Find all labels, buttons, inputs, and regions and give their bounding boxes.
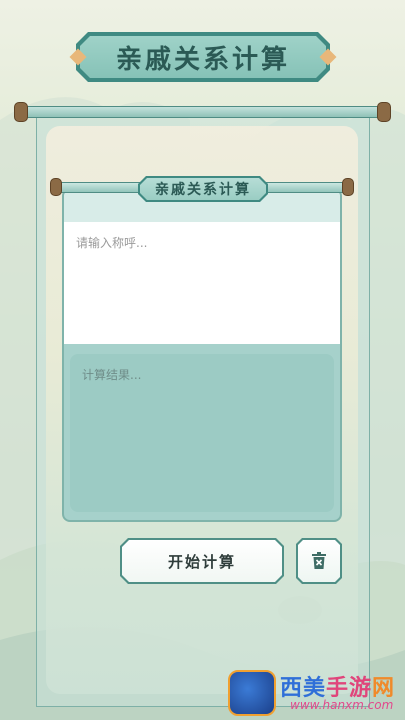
clear-button-face (298, 540, 340, 582)
scroll-rod-end-right (377, 102, 391, 122)
card-title: 亲戚关系计算 (155, 182, 251, 198)
start-calculate-label: 开始计算 (167, 553, 236, 571)
scroll-rod-end-left (14, 102, 28, 122)
card-title-banner-inner: 亲戚关系计算 (140, 178, 266, 200)
clear-button[interactable] (296, 538, 342, 584)
app-title: 亲戚关系计算 (115, 44, 290, 75)
watermark: 西美手游网 www.hanxm.com (228, 668, 405, 720)
start-calculate-button[interactable]: 开始计算 (120, 538, 284, 584)
relation-input[interactable] (64, 222, 340, 344)
watermark-url: www.hanxm.com (290, 698, 394, 712)
app-title-banner: 亲戚关系计算 (76, 32, 330, 82)
card-rod-end-left (50, 178, 62, 196)
watermark-logo-icon (228, 670, 276, 716)
scroll-rod (22, 106, 382, 118)
result-display: 计算结果... (70, 354, 334, 512)
app-title-banner-inner: 亲戚关系计算 (80, 36, 326, 78)
trash-icon (312, 552, 326, 569)
card-title-banner: 亲戚关系计算 (138, 176, 268, 202)
card-rod-end-right (342, 178, 354, 196)
start-calculate-button-face: 开始计算 (122, 540, 282, 582)
result-placeholder: 计算结果... (82, 368, 142, 382)
